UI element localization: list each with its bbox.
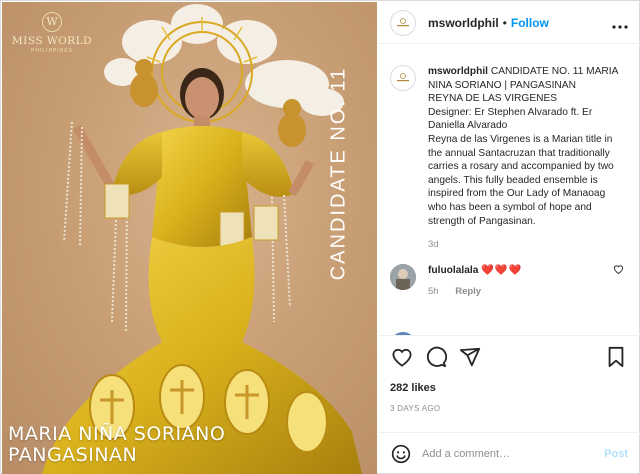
caption-line-4: Reyna de las Virgenes is a Marian title … [428,133,614,227]
post-date[interactable]: 3 DAYS AGO [390,404,628,413]
caption-text: msworldphil CANDIDATE NO. 11 MARIA NINA … [428,65,626,252]
comment-body: fuluolalala ❤️❤️❤️ 5h Reply [428,264,618,299]
heart-icon[interactable] [390,345,414,369]
comment-timestamp[interactable]: 5h [428,286,439,297]
post-modal: W MISS WORLD PHILIPPINES CANDIDATE NO. 1… [0,0,640,474]
avatar[interactable] [390,9,416,36]
caption-avatar[interactable] [390,65,416,91]
candidate-name-caption: MARIA NIÑA SORIANO PANGASINAN [8,424,225,466]
separator-dot: • [502,15,507,30]
brand-subtitle: PHILIPPINES [31,48,73,54]
likes-count[interactable]: 282 likes [390,382,628,394]
commenter-avatar[interactable] [390,263,416,290]
caption-username[interactable]: msworldphil [428,66,488,77]
header-username[interactable]: msworldphil [428,16,499,30]
avatar-photo-icon [390,263,416,290]
comment-like-icon[interactable] [613,264,624,277]
smiley-icon[interactable] [390,443,412,465]
candidate-province: PANGASINAN [8,444,138,466]
comment-meta: 5h Reply [428,285,618,299]
more-icon[interactable] [612,16,628,32]
caption-timestamp[interactable]: 3d [428,238,626,252]
post-button[interactable]: Post [604,448,628,460]
comment-icon[interactable] [424,345,448,369]
add-comment-bar: Post [378,432,640,474]
miss-world-logo: W MISS WORLD PHILIPPINES [6,12,98,54]
caption-line-3: Designer: Er Stephen Alvarado ft. Er Dan… [428,106,593,132]
miss-world-avatar-icon [397,17,409,26]
comment-username[interactable]: fuluolalala [428,265,478,276]
caption-line-2: REYNA DE LAS VIRGENES [428,93,558,105]
candidate-name: MARIA NIÑA SORIANO [8,423,226,445]
pageant-gown-illustration [42,4,362,474]
post-header: msworldphil • Follow [378,2,640,44]
candidate-number-caption: CANDIDATE NO. 11 [327,66,350,281]
miss-world-avatar-icon [397,73,409,82]
post-photo[interactable]: W MISS WORLD PHILIPPINES CANDIDATE NO. 1… [2,2,377,474]
post-sidebar: msworldphil • Follow msworldphil CANDIDA… [378,2,640,474]
post-actions: 282 likes 3 DAYS AGO [378,335,640,430]
action-icons [390,336,628,378]
follow-button[interactable]: Follow [511,16,549,30]
comments-panel[interactable]: msworldphil CANDIDATE NO. 11 MARIA NINA … [378,45,640,335]
reply-button[interactable]: Reply [455,286,481,297]
comment-input[interactable] [422,447,605,460]
bookmark-icon[interactable] [604,345,628,369]
comment-text: ❤️❤️❤️ [481,264,523,276]
brand-name: MISS WORLD [11,35,93,47]
crest-icon: W [42,12,62,32]
caption: msworldphil CANDIDATE NO. 11 MARIA NINA … [390,65,626,252]
comment-item: fuluolalala ❤️❤️❤️ 5h Reply [390,263,626,299]
share-icon[interactable] [458,345,482,369]
